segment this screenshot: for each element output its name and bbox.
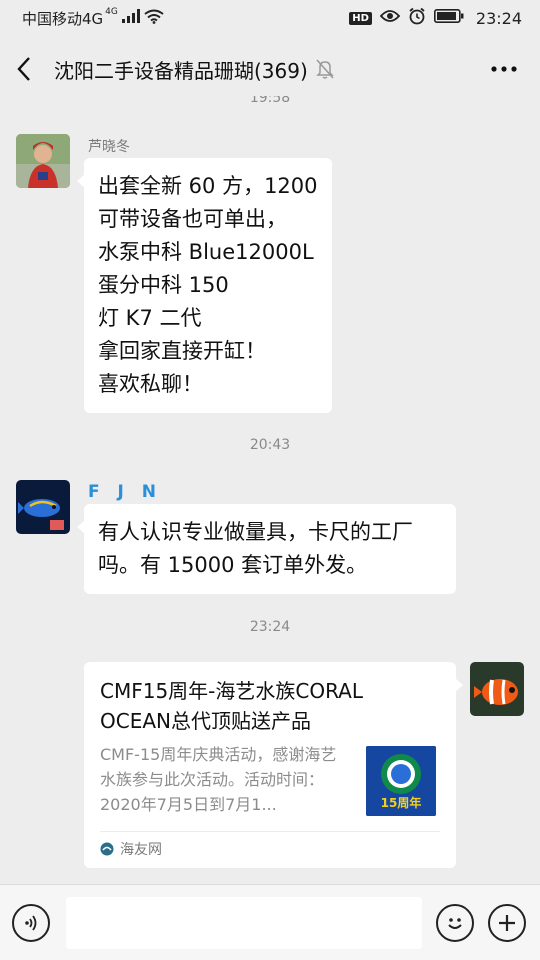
emoji-icon [448,917,462,929]
eye-icon [379,9,401,27]
hy-logo-icon [100,842,114,856]
link-card-thumbnail: 15周年 [366,746,436,816]
plus-button[interactable] [488,903,526,942]
my-avatar[interactable] [470,662,524,716]
message-bubble[interactable]: 出套全新 60 方，1200 可带设备也可单出， 水泵中科 Blue12000L… [77,158,332,413]
input-bar [0,884,540,960]
alarm-icon [408,7,426,29]
more-dots-icon [491,66,517,72]
more-button[interactable] [484,49,524,89]
chat-header: 沈阳二手设备精品珊瑚(369) [0,36,540,102]
sender-name: 芦晓冬 [88,139,130,155]
carrier-label: 中国移动4G [22,9,104,28]
avatar[interactable] [16,134,70,188]
plus-icon [499,914,515,931]
status-left: 中国移动4G 4G [22,7,164,29]
status-time: 23:24 [475,8,522,28]
message-list[interactable]: 19:58 芦晓冬 出套全新 60 方，1200 可带设备也可单出， 水泵中科 … [0,96,540,884]
time-divider: 20:43 [249,437,291,453]
link-card-title: CMF15周年-海艺水族CORAL OCEAN总代顶贴送产品 [100,679,364,733]
thumb-label: 15周年 [380,796,422,810]
network-badge: 4G [105,7,118,17]
mute-bell-icon [315,59,334,79]
emoji-button[interactable] [436,903,474,942]
link-card-description: CMF-15周年庆典活动，感谢海艺水族参与此次活动。活动时间：2020年7月5日… [100,745,337,814]
status-right: HD 23:24 [349,7,522,29]
battery-icon [433,9,464,27]
voice-icon [25,914,37,931]
back-button[interactable] [16,49,46,89]
time-divider: 19:58 [249,96,291,106]
chat-title: 沈阳二手设备精品珊瑚(369) [54,58,308,83]
link-card-source-name: 海友网 [120,842,162,858]
signal-icon [121,9,140,27]
link-card[interactable]: CMF15周年-海艺水族CORAL OCEAN总代顶贴送产品 CMF-15周年庆… [84,662,463,868]
link-card-source: 海友网 [100,832,440,866]
status-bar: 中国移动4G 4G HD 23:24 [0,0,540,36]
wifi-icon [144,9,164,28]
voice-button[interactable] [12,903,50,942]
message-bubble[interactable]: 有人认识专业做量具，卡尺的工厂 吗。有 15000 套订单外发。 [77,504,456,594]
sender-name: F J N [88,482,163,502]
avatar[interactable] [16,480,70,534]
message-input[interactable] [66,896,422,949]
back-arrow-icon [17,57,30,81]
link-card-body: CMF-15周年庆典活动，感谢海艺水族参与此次活动。活动时间：2020年7月5日… [100,742,440,817]
time-divider: 23:24 [249,619,291,635]
hd-badge: HD [349,11,372,25]
